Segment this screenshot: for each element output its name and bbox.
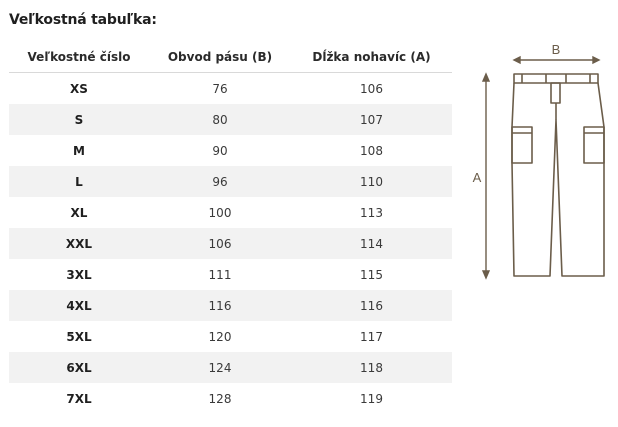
pants-diagram: B A: [473, 42, 605, 280]
length-cell: 118: [291, 352, 452, 383]
waist-cell: 116: [149, 290, 291, 321]
table-header-row: Veľkostné číslo Obvod pásu (B) Dĺžka noh…: [9, 42, 452, 73]
table-row: XS 76 106: [9, 73, 452, 105]
length-cell: 107: [291, 104, 452, 135]
table-row: S 80 107: [9, 104, 452, 135]
size-cell: XXL: [9, 228, 149, 259]
pants-outline-icon: [511, 73, 605, 277]
length-cell: 106: [360, 81, 383, 96]
size-cell: XL: [70, 205, 88, 220]
length-cell: 115: [360, 267, 383, 282]
waist-cell: 120: [208, 329, 232, 344]
table-row: 6XL 124 118: [9, 352, 452, 383]
header-waist: Obvod pásu (B): [149, 42, 291, 73]
table-row: L 96 110: [9, 166, 452, 197]
length-cell: 110: [291, 166, 452, 197]
waist-cell: 96: [149, 166, 291, 197]
size-cell: 4XL: [9, 290, 149, 321]
table-row: XXL 106 114: [9, 228, 452, 259]
size-table: Veľkostné číslo Obvod pásu (B) Dĺžka noh…: [9, 42, 452, 414]
size-cell: S: [9, 104, 149, 135]
size-cell: XS: [70, 81, 88, 96]
header-length: Dĺžka nohavíc (A): [291, 42, 452, 73]
measure-a-arrow: [481, 72, 491, 280]
waist-cell: 90: [212, 143, 228, 158]
table-row: M 90 108: [9, 135, 452, 166]
size-cell: L: [9, 166, 149, 197]
length-cell: 119: [360, 391, 383, 406]
waist-cell: 100: [208, 205, 232, 220]
length-cell: 117: [360, 329, 383, 344]
measure-a-label: A: [473, 170, 482, 185]
waist-cell: 128: [208, 391, 232, 406]
size-cell: 6XL: [9, 352, 149, 383]
length-cell: 108: [360, 143, 383, 158]
length-cell: 113: [360, 205, 383, 220]
measure-b-label: B: [552, 42, 561, 57]
length-cell: 114: [291, 228, 452, 259]
waist-cell: 124: [149, 352, 291, 383]
table-row: XL 100 113: [9, 197, 452, 228]
length-cell: 116: [291, 290, 452, 321]
size-cell: M: [73, 143, 85, 158]
size-cell: 7XL: [66, 391, 92, 406]
size-cell: 5XL: [66, 329, 92, 344]
waist-cell: 111: [208, 267, 232, 282]
page-title: Veľkostná tabuľka:: [9, 12, 157, 28]
table-row: 5XL 120 117: [9, 321, 452, 352]
size-cell: 3XL: [66, 267, 92, 282]
table-row: 4XL 116 116: [9, 290, 452, 321]
header-size: Veľkostné číslo: [9, 42, 149, 73]
table-row: 3XL 111 115: [9, 259, 452, 290]
table-row: 7XL 128 119: [9, 383, 452, 414]
waist-cell: 76: [212, 81, 228, 96]
waist-cell: 106: [149, 228, 291, 259]
waist-cell: 80: [149, 104, 291, 135]
measure-b-arrow: [512, 55, 601, 65]
